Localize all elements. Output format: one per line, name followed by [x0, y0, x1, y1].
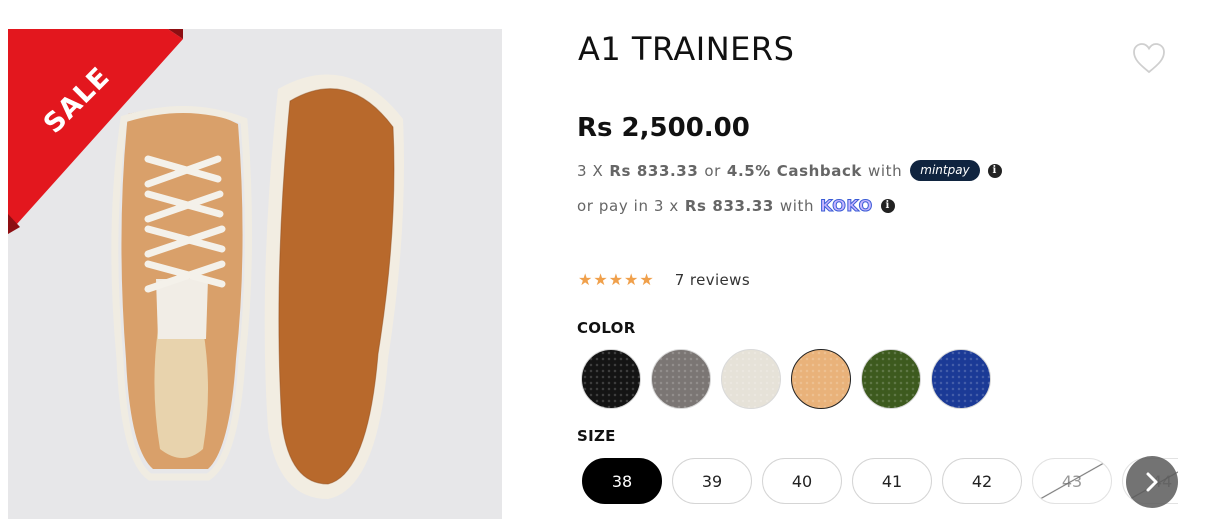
reviews-link[interactable]: 7 reviews	[675, 271, 750, 289]
product-title: A1 TRAINERS	[578, 30, 795, 68]
heart-outline-icon	[1133, 43, 1165, 74]
color-swatch-tan[interactable]	[791, 349, 851, 409]
color-swatches	[581, 349, 991, 409]
color-swatch-grey[interactable]	[651, 349, 711, 409]
mintpay-prefix: 3 X	[577, 161, 604, 180]
chevron-right-icon	[1146, 472, 1158, 492]
size-option-43[interactable]: 43	[1032, 458, 1112, 504]
product-image: SALE	[8, 29, 502, 519]
koko-prefix: or pay in 3 x	[577, 196, 679, 215]
size-option-41[interactable]: 41	[852, 458, 932, 504]
rating-stars: ★★★★★	[578, 270, 655, 289]
color-swatch-royal-blue[interactable]	[931, 349, 991, 409]
mintpay-with: with	[868, 161, 903, 180]
mintpay-cashback: 4.5% Cashback	[726, 161, 863, 180]
size-options: 38394041424344	[582, 458, 1178, 504]
color-swatch-black[interactable]	[581, 349, 641, 409]
koko-with: with	[779, 196, 815, 215]
koko-info-icon[interactable]: i	[880, 198, 895, 213]
size-option-40[interactable]: 40	[762, 458, 842, 504]
mintpay-installment-line: 3 X Rs 833.33 or 4.5% Cashback with mint…	[577, 160, 1008, 181]
koko-amount: Rs 833.33	[684, 196, 774, 215]
wishlist-button[interactable]	[1131, 41, 1167, 75]
size-next-button[interactable]	[1126, 456, 1178, 508]
koko-installment-line: or pay in 3 x Rs 833.33 with KOKO i	[577, 196, 901, 216]
mintpay-or: or	[704, 161, 721, 180]
mintpay-amount: Rs 833.33	[609, 161, 699, 180]
size-option-42[interactable]: 42	[942, 458, 1022, 504]
color-swatch-olive-green[interactable]	[861, 349, 921, 409]
color-label: COLOR	[577, 319, 636, 337]
product-price: Rs 2,500.00	[577, 113, 750, 143]
mintpay-logo: mintpay	[910, 160, 980, 181]
size-option-38[interactable]: 38	[582, 458, 662, 504]
mintpay-info-icon[interactable]: i	[987, 163, 1002, 178]
rating-row: ★★★★★ 7 reviews	[578, 270, 750, 289]
size-options-viewport: 38394041424344	[582, 458, 1178, 504]
size-option-39[interactable]: 39	[672, 458, 752, 504]
koko-logo: KOKO	[820, 196, 873, 216]
color-swatch-off-white[interactable]	[721, 349, 781, 409]
size-label: SIZE	[577, 427, 616, 445]
